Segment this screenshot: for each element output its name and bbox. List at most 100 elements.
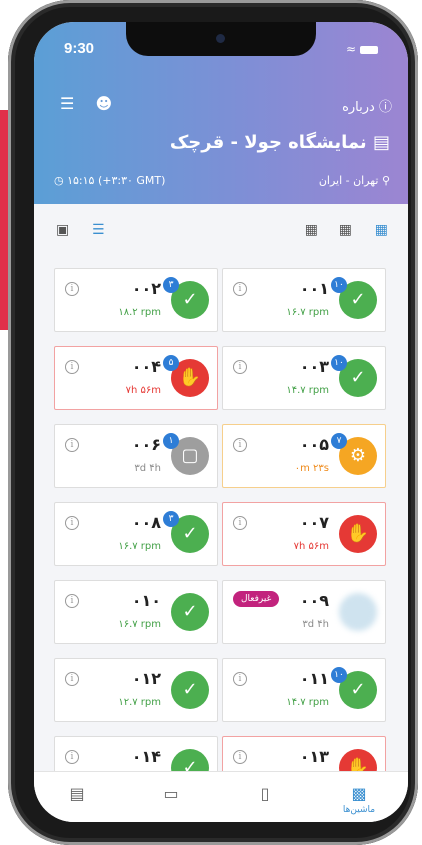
info-icon[interactable]: i [65, 360, 79, 374]
about-link[interactable]: ⓘ درباره [342, 96, 392, 115]
machine-id: ۰۰۵ [299, 435, 329, 454]
count-badge: ۳ [163, 277, 179, 293]
phone-notch [126, 22, 316, 56]
machine-value: ۳d ۴h [134, 463, 161, 474]
nav-tasks[interactable]: ▭ [146, 784, 196, 803]
machine-id: ۰۱۳ [299, 747, 329, 766]
timezone: ◷ ۱۵:۱۵ (+۳:۳۰ GMT) [54, 174, 165, 187]
info-icon[interactable]: i [65, 282, 79, 296]
about-label: درباره [342, 100, 375, 115]
machine-card[interactable]: i ۰۰۷ ۷h ۵۶m ✋ [222, 502, 386, 566]
grid-medium-icon[interactable]: ▦ [339, 222, 352, 238]
machine-card[interactable]: i ۰۰۱ ۱۶.۷ rpm ✓ ۱۰ [222, 268, 386, 332]
status-running-icon: ✓ [171, 671, 209, 709]
machine-id: ۰۱۱ [299, 669, 329, 688]
machine-value: ۱۴.۷ rpm [286, 385, 329, 396]
machine-card[interactable]: i ۰۱۱ ۱۴.۷ rpm ✓ ۱۰ [222, 658, 386, 722]
machine-id: ۰۰۳ [299, 357, 329, 376]
info-icon[interactable]: i [65, 750, 79, 764]
machine-card[interactable]: i ۰۰۴ ۷h ۵۶m ✋ ۵ [54, 346, 218, 410]
machine-card[interactable]: i ۰۰۵ ۰m ۲۳s ⚙ ۷ [222, 424, 386, 488]
info-icon[interactable]: i [65, 672, 79, 686]
grid-large-icon[interactable]: ▦ [305, 222, 318, 238]
machine-card[interactable]: غیرفعال ۰۰۹ ۳d ۴h [222, 580, 386, 644]
machine-value: ۱۴.۷ rpm [286, 697, 329, 708]
info-icon[interactable]: i [65, 594, 79, 608]
info-icon[interactable]: i [233, 438, 247, 452]
view-toolbar: ▣ ☰ ▦ ▦ ▦ [34, 204, 408, 254]
location: ⚲ تهران - ایران [319, 174, 390, 187]
machine-card[interactable]: i ۰۰۸ ۱۶.۷ rpm ✓ ۳ [54, 502, 218, 566]
timezone-text: ۱۵:۱۵ (+۳:۳۰ GMT) [67, 174, 166, 187]
battery-icon [360, 45, 378, 54]
machine-value: ۱۶.۷ rpm [286, 307, 329, 318]
count-badge: ۱۰ [331, 277, 347, 293]
phone-frame: 9:30 ≈ ☰ ☻ ⓘ درباره ▤ نمایشگاه جولا - قر… [8, 0, 418, 845]
status-inactive-icon [339, 593, 377, 631]
machine-id: ۰۰۹ [299, 591, 329, 610]
page-title-text: نمایشگاه جولا - قرچک [169, 132, 367, 153]
machine-value: ۰m ۲۳s [294, 463, 329, 474]
status-time: 9:30 [64, 40, 95, 57]
camera-icon [216, 34, 225, 43]
wifi-icon: ≈ [345, 42, 356, 56]
app-screen: 9:30 ≈ ☰ ☻ ⓘ درباره ▤ نمایشگاه جولا - قر… [34, 22, 408, 822]
machine-icon: ▩ [351, 784, 367, 803]
status-icons: ≈ [346, 42, 378, 56]
machine-card[interactable]: i ۰۰۶ ۳d ۴h ▢ ۱ [54, 424, 218, 488]
page-title: ▤ نمایشگاه جولا - قرچک [170, 132, 390, 153]
info-icon[interactable]: i [65, 516, 79, 530]
count-badge: ۱۰ [331, 667, 347, 683]
info-icon[interactable]: i [65, 438, 79, 452]
machine-value: ۱۶.۷ rpm [118, 541, 161, 552]
info-icon[interactable]: i [233, 360, 247, 374]
machine-card[interactable]: i ۰۰۲ ۱۸.۲ rpm ✓ ۳ [54, 268, 218, 332]
info-icon[interactable]: i [233, 282, 247, 296]
list-icon[interactable]: ☰ [92, 222, 105, 238]
count-badge: ۱۰ [331, 355, 347, 371]
location-text: تهران - ایران [318, 174, 379, 187]
location-pin-icon: ⚲ [381, 174, 390, 187]
machine-card[interactable]: i ۰۱۰ ۱۶.۷ rpm ✓ [54, 580, 218, 644]
machine-value: ۱۸.۲ rpm [118, 307, 161, 318]
inactive-badge: غیرفعال [233, 591, 280, 607]
machine-card[interactable]: i ۰۱۲ ۱۲.۷ rpm ✓ [54, 658, 218, 722]
nav-machines-label: ماشین‌ها [342, 805, 376, 815]
clock-icon: ◷ [54, 174, 64, 187]
machine-value: ۱۶.۷ rpm [118, 619, 161, 630]
info-icon[interactable]: i [233, 516, 247, 530]
grid-small-icon[interactable]: ▦ [375, 222, 388, 238]
factory-icon: ▤ [372, 132, 390, 153]
machine-id: ۰۰۶ [131, 435, 161, 454]
nav-devices[interactable]: ▯ [240, 784, 290, 803]
header-actions: ☰ ☻ [60, 94, 128, 113]
info-icon[interactable]: i [233, 672, 247, 686]
device-icon: ▯ [260, 784, 270, 803]
count-badge: ۳ [163, 511, 179, 527]
clipboard-icon: ▭ [163, 784, 179, 803]
archive-icon[interactable]: ▣ [56, 222, 69, 238]
user-icon[interactable]: ☻ [95, 94, 112, 113]
machine-id: ۰۱۴ [131, 747, 161, 766]
chart-icon: ▤ [69, 784, 85, 803]
nav-machines[interactable]: ▩ ماشین‌ها [334, 784, 384, 815]
machine-value: ۷h ۵۶m [293, 541, 329, 552]
bottom-navigation: ▤ ▭ ▯ ▩ ماشین‌ها [34, 771, 408, 822]
info-icon: ⓘ [378, 100, 392, 115]
status-running-icon: ✓ [171, 593, 209, 631]
nav-reports[interactable]: ▤ [52, 784, 102, 803]
info-icon[interactable]: i [233, 750, 247, 764]
machine-id: ۰۱۲ [131, 669, 161, 688]
count-badge: ۵ [163, 355, 179, 371]
machine-id: ۰۰۷ [299, 513, 329, 532]
machine-value: ۷h ۵۶m [125, 385, 161, 396]
count-badge: ۱ [163, 433, 179, 449]
machine-id: ۰۰۱ [299, 279, 329, 298]
menu-icon[interactable]: ☰ [60, 94, 74, 113]
machine-value: ۳d ۴h [302, 619, 329, 630]
machine-card[interactable]: i ۰۰۳ ۱۴.۷ rpm ✓ ۱۰ [222, 346, 386, 410]
count-badge: ۷ [331, 433, 347, 449]
machine-id: ۰۰۸ [131, 513, 161, 532]
machine-id: ۰۰۴ [131, 357, 161, 376]
status-stopped-icon: ✋ [339, 515, 377, 553]
